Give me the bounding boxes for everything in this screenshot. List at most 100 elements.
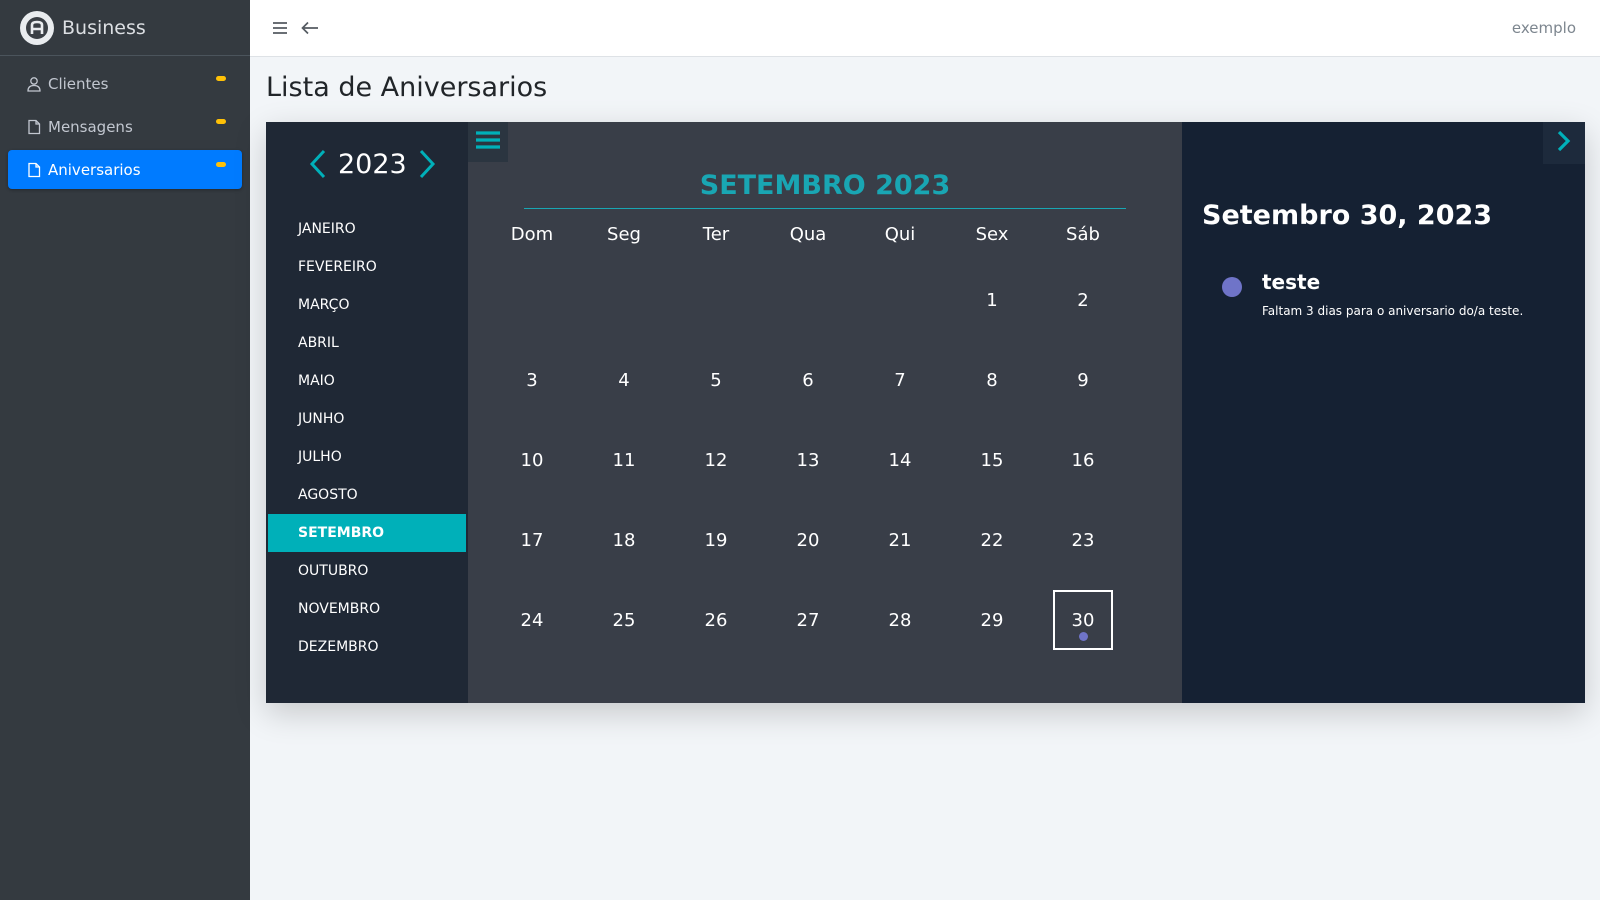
month-item[interactable]: FEVEREIRO — [268, 248, 466, 286]
day-number: 19 — [704, 529, 728, 551]
month-item[interactable]: JULHO — [268, 438, 466, 476]
day-number: 15 — [980, 449, 1004, 471]
calendar-day[interactable]: 13 — [778, 430, 838, 490]
weekday-header: Ter — [702, 224, 730, 245]
weekday-header: Sáb — [1066, 224, 1100, 245]
year-switcher: 2023 — [306, 148, 439, 180]
calendar-day[interactable]: 1 — [962, 270, 1022, 330]
calendar-day[interactable]: 8 — [962, 350, 1022, 410]
month-item[interactable]: SETEMBRO — [268, 514, 466, 552]
brand[interactable]: Business — [0, 0, 250, 56]
selected-date-title: Setembro 30, 2023 — [1202, 200, 1493, 231]
chevron-left-icon[interactable] — [306, 148, 330, 180]
calendar-day[interactable]: 19 — [686, 510, 746, 570]
event-description: Faltam 3 dias para o aniversario do/a te… — [1262, 304, 1524, 318]
calendar-day[interactable]: 23 — [1053, 510, 1113, 570]
events-panel: Setembro 30, 2023 teste Faltam 3 dias pa… — [1182, 122, 1585, 703]
day-number: 16 — [1071, 449, 1095, 471]
month-title: SETEMBRO 2023 — [524, 170, 1126, 209]
month-item[interactable]: JUNHO — [268, 400, 466, 438]
day-number: 11 — [612, 449, 636, 471]
sidebar-item-label: Mensagens — [48, 117, 133, 136]
day-number: 23 — [1071, 529, 1095, 551]
calendar-day[interactable]: 26 — [686, 590, 746, 650]
calendar-day[interactable]: 14 — [870, 430, 930, 490]
calendar-day[interactable]: 10 — [502, 430, 562, 490]
day-number: 4 — [618, 369, 630, 391]
day-number: 29 — [980, 609, 1004, 631]
chevron-right-icon — [1557, 130, 1571, 156]
day-number: 21 — [888, 529, 912, 551]
month-item[interactable]: JANEIRO — [268, 210, 466, 248]
event-indicator-dot — [1079, 632, 1088, 641]
calendar-day[interactable]: 21 — [870, 510, 930, 570]
sidebar-item-aniversarios[interactable]: Aniversarios — [8, 150, 242, 189]
calendar-day[interactable]: 17 — [502, 510, 562, 570]
user-icon — [26, 76, 42, 92]
month-item[interactable]: OUTUBRO — [268, 552, 466, 590]
month-item[interactable]: ABRIL — [268, 324, 466, 362]
calendar-day[interactable]: 11 — [594, 430, 654, 490]
brand-name: Business — [62, 16, 146, 39]
day-number: 13 — [796, 449, 820, 471]
calendar-day[interactable]: 3 — [502, 350, 562, 410]
month-item[interactable]: DEZEMBRO — [268, 628, 466, 666]
day-number: 18 — [612, 529, 636, 551]
day-number: 30 — [1071, 609, 1095, 631]
calendar-day[interactable]: 15 — [962, 430, 1022, 490]
calendar-day[interactable]: 29 — [962, 590, 1022, 650]
calendar-day[interactable]: 9 — [1053, 350, 1113, 410]
calendar-day[interactable]: 24 — [502, 590, 562, 650]
calendar-day[interactable]: 4 — [594, 350, 654, 410]
sidebar-item-label: Aniversarios — [48, 160, 141, 179]
day-number: 3 — [526, 369, 538, 391]
day-number: 22 — [980, 529, 1004, 551]
day-number: 8 — [986, 369, 998, 391]
month-item[interactable]: NOVEMBRO — [268, 590, 466, 628]
day-number: 1 — [986, 289, 998, 311]
month-item[interactable]: MARÇO — [268, 286, 466, 324]
menu-toggle-button[interactable] — [468, 122, 508, 162]
brand-logo-icon — [20, 10, 54, 45]
calendar-day[interactable]: 22 — [962, 510, 1022, 570]
sidebar-item-label: Clientes — [48, 74, 109, 93]
back-arrow-icon[interactable] — [300, 18, 320, 42]
weekday-header: Seg — [607, 224, 641, 245]
calendar-day[interactable]: 12 — [686, 430, 746, 490]
calendar-day[interactable]: 5 — [686, 350, 746, 410]
day-number: 6 — [802, 369, 814, 391]
calendar-day[interactable]: 27 — [778, 590, 838, 650]
sidebar-item-mensagens[interactable]: Mensagens — [8, 107, 242, 146]
month-list: JANEIRO FEVEREIRO MARÇO ABRIL MAIO JUNHO JULHO… — [268, 210, 466, 666]
calendar-day[interactable]: 2 — [1053, 270, 1113, 330]
event-title[interactable]: teste — [1262, 270, 1320, 294]
topbar: exemplo — [250, 0, 1600, 57]
weekday-header: Qua — [789, 224, 827, 245]
day-number: 9 — [1077, 369, 1089, 391]
day-number: 24 — [520, 609, 544, 631]
day-number: 10 — [520, 449, 544, 471]
chevron-right-icon[interactable] — [415, 148, 439, 180]
panel-toggle-button[interactable] — [1543, 122, 1585, 164]
month-item[interactable]: MAIO — [268, 362, 466, 400]
calendar-day[interactable]: 16 — [1053, 430, 1113, 490]
user-menu[interactable]: exemplo — [1512, 19, 1576, 37]
calendar-day[interactable]: 18 — [594, 510, 654, 570]
calendar-day[interactable]: 30 — [1053, 590, 1113, 650]
hamburger-menu-icon[interactable] — [272, 18, 288, 42]
month-item[interactable]: AGOSTO — [268, 476, 466, 514]
day-number: 5 — [710, 369, 722, 391]
calendar-day[interactable]: 6 — [778, 350, 838, 410]
calendar-grid: SETEMBRO 2023 Dom Seg Ter Qua Qui Sex Sáb 1 2 3 4 5… — [468, 122, 1182, 703]
calendar-day[interactable]: 28 — [870, 590, 930, 650]
calendar-day[interactable]: 20 — [778, 510, 838, 570]
hamburger-icon — [476, 130, 500, 154]
badge-dot — [216, 76, 226, 81]
day-number: 17 — [520, 529, 544, 551]
calendar-day[interactable]: 7 — [870, 350, 930, 410]
badge-dot — [216, 162, 226, 167]
calendar-day[interactable]: 25 — [594, 590, 654, 650]
weekday-header: Dom — [510, 224, 554, 245]
sidebar-item-clientes[interactable]: Clientes — [8, 64, 242, 103]
file-icon — [26, 119, 42, 135]
